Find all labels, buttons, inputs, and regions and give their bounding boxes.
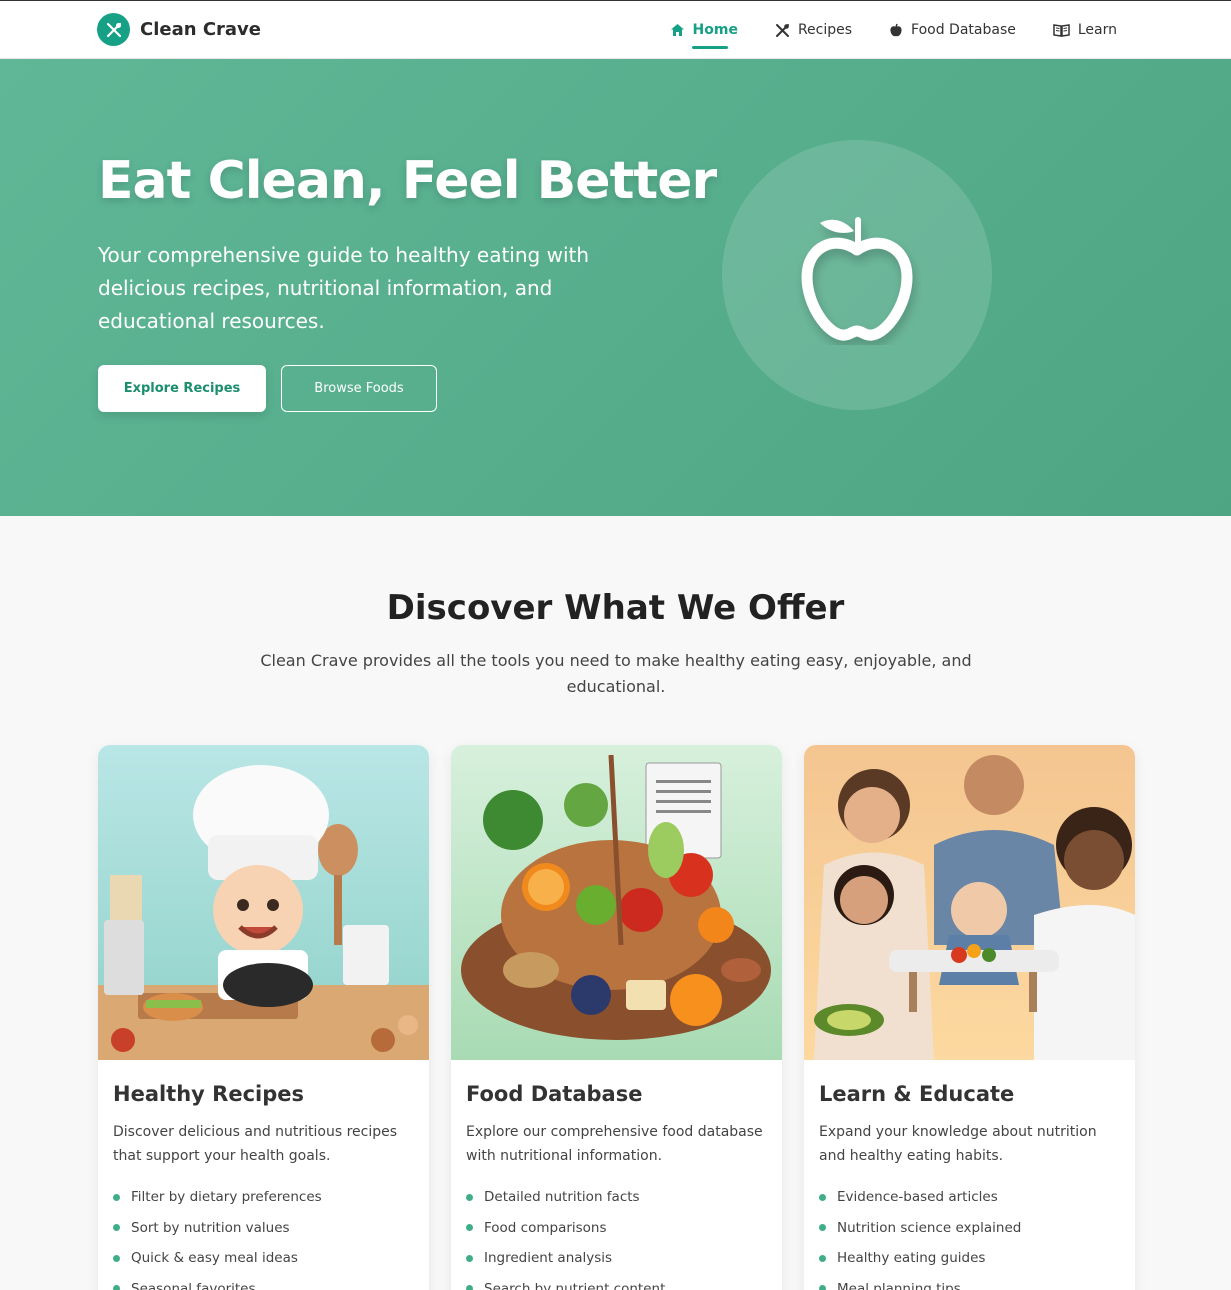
list-item: Ingredient analysis — [466, 1243, 767, 1274]
bullet-dot — [819, 1193, 826, 1201]
card-description: Explore our comprehensive food database … — [466, 1124, 763, 1164]
hero-title: Eat Clean, Feel Better — [98, 151, 717, 211]
top-navbar: Clean Crave Home Recipes Food Database L… — [0, 0, 1231, 59]
nav-links: Home Recipes Food Database Learn — [633, 1, 1117, 59]
list-item: Quick & easy meal ideas — [113, 1243, 414, 1274]
home-icon — [670, 24, 684, 36]
feature-text: Seasonal favorites — [131, 1280, 256, 1290]
list-item: Filter by dietary preferences — [113, 1182, 414, 1213]
feature-list: Evidence-based articles Nutrition scienc… — [819, 1182, 1120, 1290]
nav-item-label: Home — [692, 22, 738, 38]
browse-foods-button[interactable]: Browse Foods — [281, 365, 437, 412]
feature-text: Nutrition science explained — [837, 1219, 1022, 1236]
book-icon — [1053, 24, 1070, 37]
bullet-dot — [466, 1193, 473, 1201]
hero-subtitle: Your comprehensive guide to healthy eati… — [98, 243, 590, 333]
nav-item-label: Learn — [1077, 22, 1117, 38]
card-learn-educate[interactable]: Learn & Educate Expand your knowledge ab… — [804, 745, 1135, 1290]
feature-text: Detailed nutrition facts — [484, 1189, 640, 1206]
card-description: Expand your knowledge about nutrition an… — [819, 1124, 1097, 1164]
list-item: Evidence-based articles — [819, 1182, 1120, 1213]
card-title: Learn & Educate — [819, 1082, 1015, 1106]
family-meal-image — [804, 745, 1135, 1060]
utensils-icon — [775, 23, 789, 37]
feature-list: Detailed nutrition facts Food comparison… — [466, 1182, 767, 1290]
list-item: Healthy eating guides — [819, 1243, 1120, 1274]
nav-item-learn[interactable]: Learn — [1053, 1, 1117, 59]
feature-list: Filter by dietary preferences Sort by nu… — [113, 1182, 414, 1290]
card-title: Food Database — [466, 1082, 643, 1106]
feature-text: Ingredient analysis — [484, 1250, 613, 1267]
card-healthy-recipes[interactable]: Healthy Recipes Discover delicious and n… — [98, 745, 429, 1290]
feature-text: Food comparisons — [484, 1219, 607, 1236]
hero-illustration — [722, 140, 992, 410]
feature-text: Healthy eating guides — [837, 1250, 986, 1267]
bullet-dot — [113, 1193, 120, 1201]
bullet-dot — [466, 1224, 473, 1232]
bullet-dot — [819, 1224, 826, 1232]
list-item: Sort by nutrition values — [113, 1213, 414, 1244]
brand[interactable]: Clean Crave — [97, 13, 261, 46]
list-item: Food comparisons — [466, 1213, 767, 1244]
bullet-dot — [113, 1254, 120, 1262]
card-title: Healthy Recipes — [113, 1082, 305, 1106]
list-item: Search by nutrient content — [466, 1274, 767, 1290]
nav-item-home[interactable]: Home — [670, 1, 738, 59]
bullet-dot — [113, 1285, 120, 1290]
food-basket-image — [451, 745, 782, 1060]
bullet-dot — [466, 1285, 473, 1290]
list-item: Seasonal favorites — [113, 1274, 414, 1290]
bullet-dot — [819, 1254, 826, 1262]
feature-text: Filter by dietary preferences — [131, 1189, 322, 1206]
bullet-dot — [113, 1224, 120, 1232]
card-description: Discover delicious and nutritious recipe… — [113, 1124, 398, 1164]
feature-text: Search by nutrient content — [484, 1280, 666, 1290]
feature-text: Sort by nutrition values — [131, 1219, 290, 1236]
feature-text: Evidence-based articles — [837, 1189, 998, 1206]
nav-item-food-database[interactable]: Food Database — [889, 1, 1016, 59]
list-item: Meal planning tips — [819, 1274, 1120, 1290]
list-item: Nutrition science explained — [819, 1213, 1120, 1244]
bullet-dot — [466, 1254, 473, 1262]
offer-subtitle: Clean Crave provides all the tools you n… — [260, 651, 972, 696]
feature-text: Meal planning tips — [837, 1280, 961, 1290]
active-underline — [691, 46, 728, 49]
nav-item-label: Recipes — [797, 22, 853, 38]
hero-section: Eat Clean, Feel Better Your comprehensiv… — [0, 59, 1231, 516]
feature-text: Quick & easy meal ideas — [131, 1250, 298, 1267]
nav-item-recipes[interactable]: Recipes — [775, 1, 852, 59]
list-item: Detailed nutrition facts — [466, 1182, 767, 1213]
explore-recipes-button[interactable]: Explore Recipes — [98, 365, 266, 412]
baby-chef-image — [98, 745, 429, 1060]
brand-name: Clean Crave — [140, 19, 261, 40]
bullet-dot — [819, 1285, 826, 1290]
nav-item-label: Food Database — [911, 22, 1016, 38]
offer-title: Discover What We Offer — [386, 588, 845, 628]
apple-icon — [801, 217, 913, 341]
utensils-logo-icon — [97, 13, 130, 46]
apple-icon — [890, 23, 902, 36]
card-food-database[interactable]: Food Database Explore our comprehensive … — [451, 745, 782, 1290]
